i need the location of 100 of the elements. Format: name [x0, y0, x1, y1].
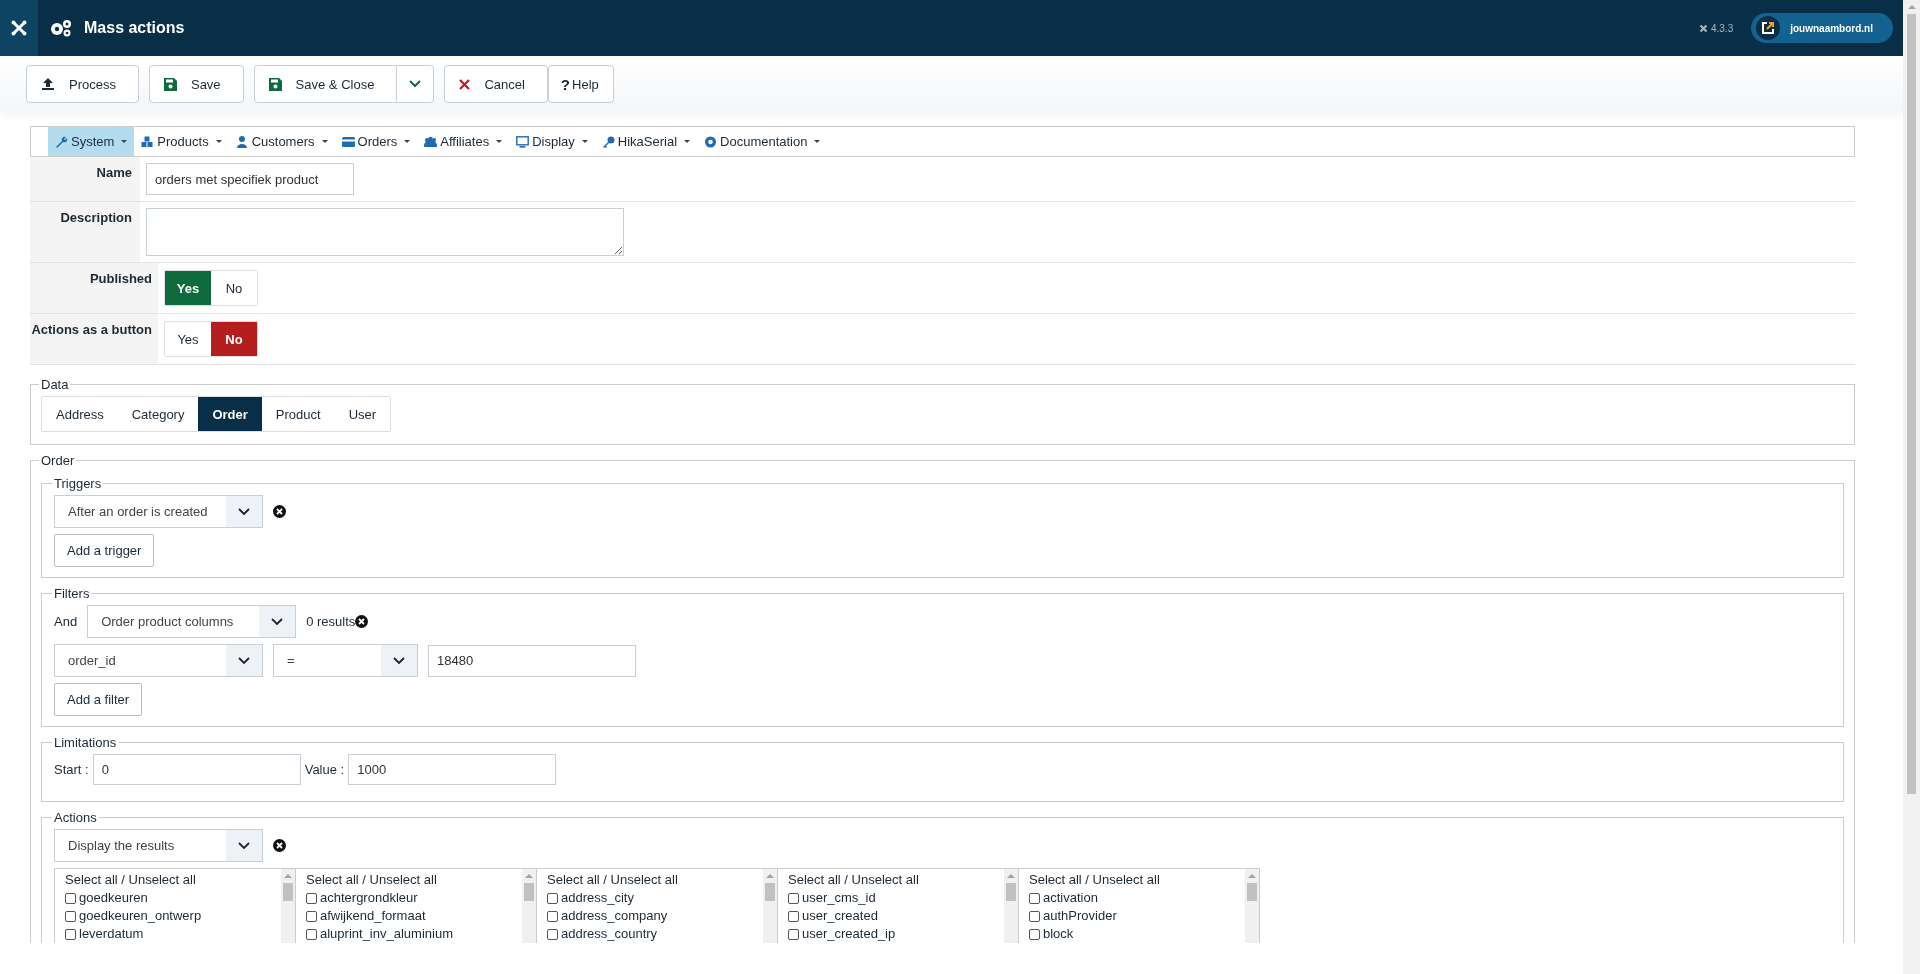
checkbox[interactable]	[306, 892, 317, 904]
section-legend: Limitations	[52, 735, 119, 750]
key-icon	[601, 135, 615, 148]
column-name: achtergrondkleur	[320, 889, 418, 907]
checkbox[interactable]	[306, 910, 317, 922]
menu-item[interactable]: Customers	[228, 127, 335, 156]
page-title: Mass actions	[84, 19, 185, 37]
section-legend: Actions	[52, 810, 99, 825]
column-name: leverdatum	[79, 925, 144, 943]
value-field[interactable]: 1000	[348, 754, 557, 785]
select-all-link[interactable]: Select all / Unselect all	[1029, 871, 1245, 889]
menu-item[interactable]: Display	[509, 127, 595, 156]
scrollbar[interactable]	[1245, 869, 1259, 943]
field-label: Name	[30, 157, 140, 201]
remove-icon[interactable]	[355, 615, 369, 628]
value-label: Value :	[304, 762, 345, 777]
section-legend: Data	[39, 377, 71, 392]
trigger-select[interactable]: After an order is created	[54, 495, 263, 528]
users-icon	[424, 135, 438, 148]
scrollbar[interactable]	[763, 869, 777, 943]
scrollbar[interactable]	[1004, 869, 1018, 943]
save-close-button[interactable]: Save & Close	[253, 65, 398, 103]
checkbox[interactable]	[306, 928, 317, 940]
field-select[interactable]: order_id	[54, 644, 263, 677]
menu-item[interactable]: Products	[134, 127, 229, 156]
upload-icon	[41, 77, 55, 91]
scrollbar[interactable]	[1903, 0, 1920, 974]
select-all-link[interactable]: Select all / Unselect all	[65, 871, 281, 889]
conjunction-label: And	[54, 614, 78, 629]
logo-button[interactable]	[0, 0, 38, 56]
value-field[interactable]: 18480	[428, 644, 636, 677]
checkbox[interactable]	[788, 892, 799, 904]
wrench-icon	[55, 135, 68, 148]
toggle-option[interactable]: Yes	[165, 271, 211, 305]
checkbox[interactable]	[547, 892, 558, 904]
chevron-down-icon	[238, 656, 250, 665]
process-button[interactable]: Process	[26, 65, 139, 103]
results-count: 0 results	[306, 614, 356, 629]
name-field[interactable]: orders met specifiek product	[146, 163, 354, 195]
checkbox[interactable]	[1029, 910, 1040, 922]
logo-icon	[10, 19, 28, 37]
scrollbar[interactable]	[522, 869, 536, 943]
select-all-link[interactable]: Select all / Unselect all	[547, 871, 763, 889]
toggle-option[interactable]: No	[211, 322, 257, 356]
checkbox[interactable]	[65, 892, 76, 904]
checkbox[interactable]	[788, 928, 799, 940]
menu-item[interactable]: Documentation	[697, 127, 828, 156]
monitor-icon	[516, 135, 530, 148]
column-name: address_country	[561, 925, 658, 943]
field-label: Description	[30, 202, 140, 262]
column-name: address_city	[561, 889, 634, 907]
card-icon	[341, 135, 355, 148]
description-field[interactable]	[146, 208, 624, 256]
start-field[interactable]: 0	[92, 754, 301, 785]
filter-type-select[interactable]: Order product columns	[87, 605, 297, 638]
operator-select[interactable]: =	[273, 644, 418, 677]
gears-icon	[50, 19, 72, 37]
field-label: Published	[30, 263, 158, 313]
checkbox[interactable]	[547, 928, 558, 940]
close-icon	[459, 78, 471, 90]
checkbox[interactable]	[547, 910, 558, 922]
select-all-link[interactable]: Select all / Unselect all	[306, 871, 522, 889]
column-name: afwijkend_formaat	[320, 907, 426, 925]
help-button[interactable]: ?Help	[547, 65, 614, 103]
version-text: 4.3.3	[1710, 22, 1734, 34]
checkbox[interactable]	[1029, 928, 1040, 940]
floppy-icon	[163, 77, 177, 91]
chevron-down-icon	[271, 617, 284, 626]
column-name: address_company	[561, 907, 668, 925]
action-select[interactable]: Display the results	[54, 829, 263, 862]
start-label: Start :	[54, 762, 89, 777]
checkbox[interactable]	[65, 928, 76, 940]
site-link[interactable]: jouwnaambord.nl	[1751, 13, 1893, 43]
cancel-button[interactable]: Cancel	[444, 65, 548, 103]
column-name: goedkeuren	[79, 889, 148, 907]
chevron-down-icon	[238, 507, 250, 516]
logo-icon	[1698, 23, 1708, 33]
tab[interactable]: Order	[198, 397, 262, 431]
column-name: user_cms_id	[802, 889, 876, 907]
menu-item[interactable]: System	[48, 127, 135, 156]
lifebuoy-icon	[704, 135, 718, 148]
add-filter-button[interactable]: Add a filter	[54, 683, 143, 716]
menu-item[interactable]: Orders	[334, 127, 418, 156]
checkbox[interactable]	[1029, 892, 1040, 904]
select-all-link[interactable]: Select all / Unselect all	[788, 871, 1004, 889]
column-name: activation	[1043, 889, 1098, 907]
add-trigger-button[interactable]: Add a trigger	[54, 534, 155, 567]
section-legend: Filters	[52, 586, 92, 601]
menu-item[interactable]: HikaSerial	[594, 127, 698, 156]
chevron-down-icon	[393, 656, 405, 665]
section-legend: Order	[39, 453, 77, 468]
menu-item[interactable]: Affiliates	[417, 127, 510, 156]
save-button[interactable]: Save	[148, 65, 244, 103]
scrollbar[interactable]	[281, 869, 295, 943]
checkbox[interactable]	[65, 910, 76, 922]
remove-icon[interactable]	[273, 839, 286, 852]
remove-icon[interactable]	[273, 505, 286, 518]
checkbox[interactable]	[788, 910, 799, 922]
column-name: authProvider	[1043, 907, 1117, 925]
section-legend: Triggers	[52, 476, 104, 491]
